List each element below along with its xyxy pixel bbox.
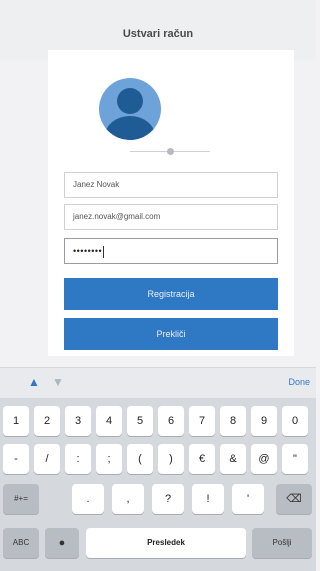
name-field[interactable]: Janez Novak xyxy=(64,172,278,198)
email-field[interactable]: janez.novak@gmail.com xyxy=(64,204,278,230)
cancel-button-label: Prekliči xyxy=(156,329,186,339)
cancel-button[interactable]: Prekliči xyxy=(64,318,278,350)
key-2[interactable]: 2 xyxy=(34,406,60,436)
key-slash[interactable]: / xyxy=(34,444,60,474)
key-period[interactable]: . xyxy=(72,484,104,514)
keyboard: 1 2 3 4 5 6 7 8 9 0 - / : ; ( ) € & @ " … xyxy=(0,398,316,571)
text-cursor xyxy=(103,245,105,258)
key-open-paren[interactable]: ( xyxy=(127,444,153,474)
key-7[interactable]: 7 xyxy=(189,406,215,436)
key-apostrophe[interactable]: ' xyxy=(232,484,264,514)
register-button-label: Registracija xyxy=(147,289,195,299)
key-6[interactable]: 6 xyxy=(158,406,184,436)
key-hyphen[interactable]: - xyxy=(3,444,29,474)
key-symbols-toggle[interactable]: #+= xyxy=(3,484,39,514)
register-button[interactable]: Registracija xyxy=(64,278,278,310)
key-ampersand[interactable]: & xyxy=(220,444,246,474)
key-colon[interactable]: : xyxy=(65,444,91,474)
key-5[interactable]: 5 xyxy=(127,406,153,436)
email-field-value: janez.novak@gmail.com xyxy=(73,212,161,221)
key-4[interactable]: 4 xyxy=(96,406,122,436)
globe-icon[interactable]: ● xyxy=(45,528,79,558)
backspace-icon[interactable]: ⌫ xyxy=(276,484,312,514)
avatar-icon[interactable] xyxy=(99,78,161,140)
page-title: Ustvari račun xyxy=(122,28,194,40)
key-8[interactable]: 8 xyxy=(220,406,246,436)
signup-card xyxy=(48,50,294,356)
password-field-value: •••••••• xyxy=(73,246,103,256)
avatar-head xyxy=(117,88,143,114)
key-close-paren[interactable]: ) xyxy=(158,444,184,474)
done-button[interactable]: Done xyxy=(288,377,310,387)
key-abc[interactable]: ABC xyxy=(3,528,39,558)
key-0[interactable]: 0 xyxy=(282,406,308,436)
key-exclamation[interactable]: ! xyxy=(192,484,224,514)
password-field[interactable]: •••••••• xyxy=(64,238,278,264)
key-semicolon[interactable]: ; xyxy=(96,444,122,474)
space-bar[interactable]: Presledek xyxy=(86,528,246,558)
key-euro[interactable]: € xyxy=(189,444,215,474)
send-key[interactable]: Pošlji xyxy=(252,528,312,558)
key-comma[interactable]: , xyxy=(112,484,144,514)
next-field-chevron-down-icon[interactable]: ▼ xyxy=(50,375,66,389)
key-1[interactable]: 1 xyxy=(3,406,29,436)
avatar-shoulders xyxy=(105,116,155,140)
key-question[interactable]: ? xyxy=(152,484,184,514)
previous-field-chevron-up-icon[interactable]: ▲ xyxy=(26,375,42,389)
key-3[interactable]: 3 xyxy=(65,406,91,436)
pager-dot xyxy=(167,148,174,155)
key-quote[interactable]: " xyxy=(282,444,308,474)
name-field-value: Janez Novak xyxy=(73,180,120,189)
key-9[interactable]: 9 xyxy=(251,406,277,436)
keyboard-accessory-bar: ▲ ▼ Done xyxy=(0,367,316,398)
key-at[interactable]: @ xyxy=(251,444,277,474)
